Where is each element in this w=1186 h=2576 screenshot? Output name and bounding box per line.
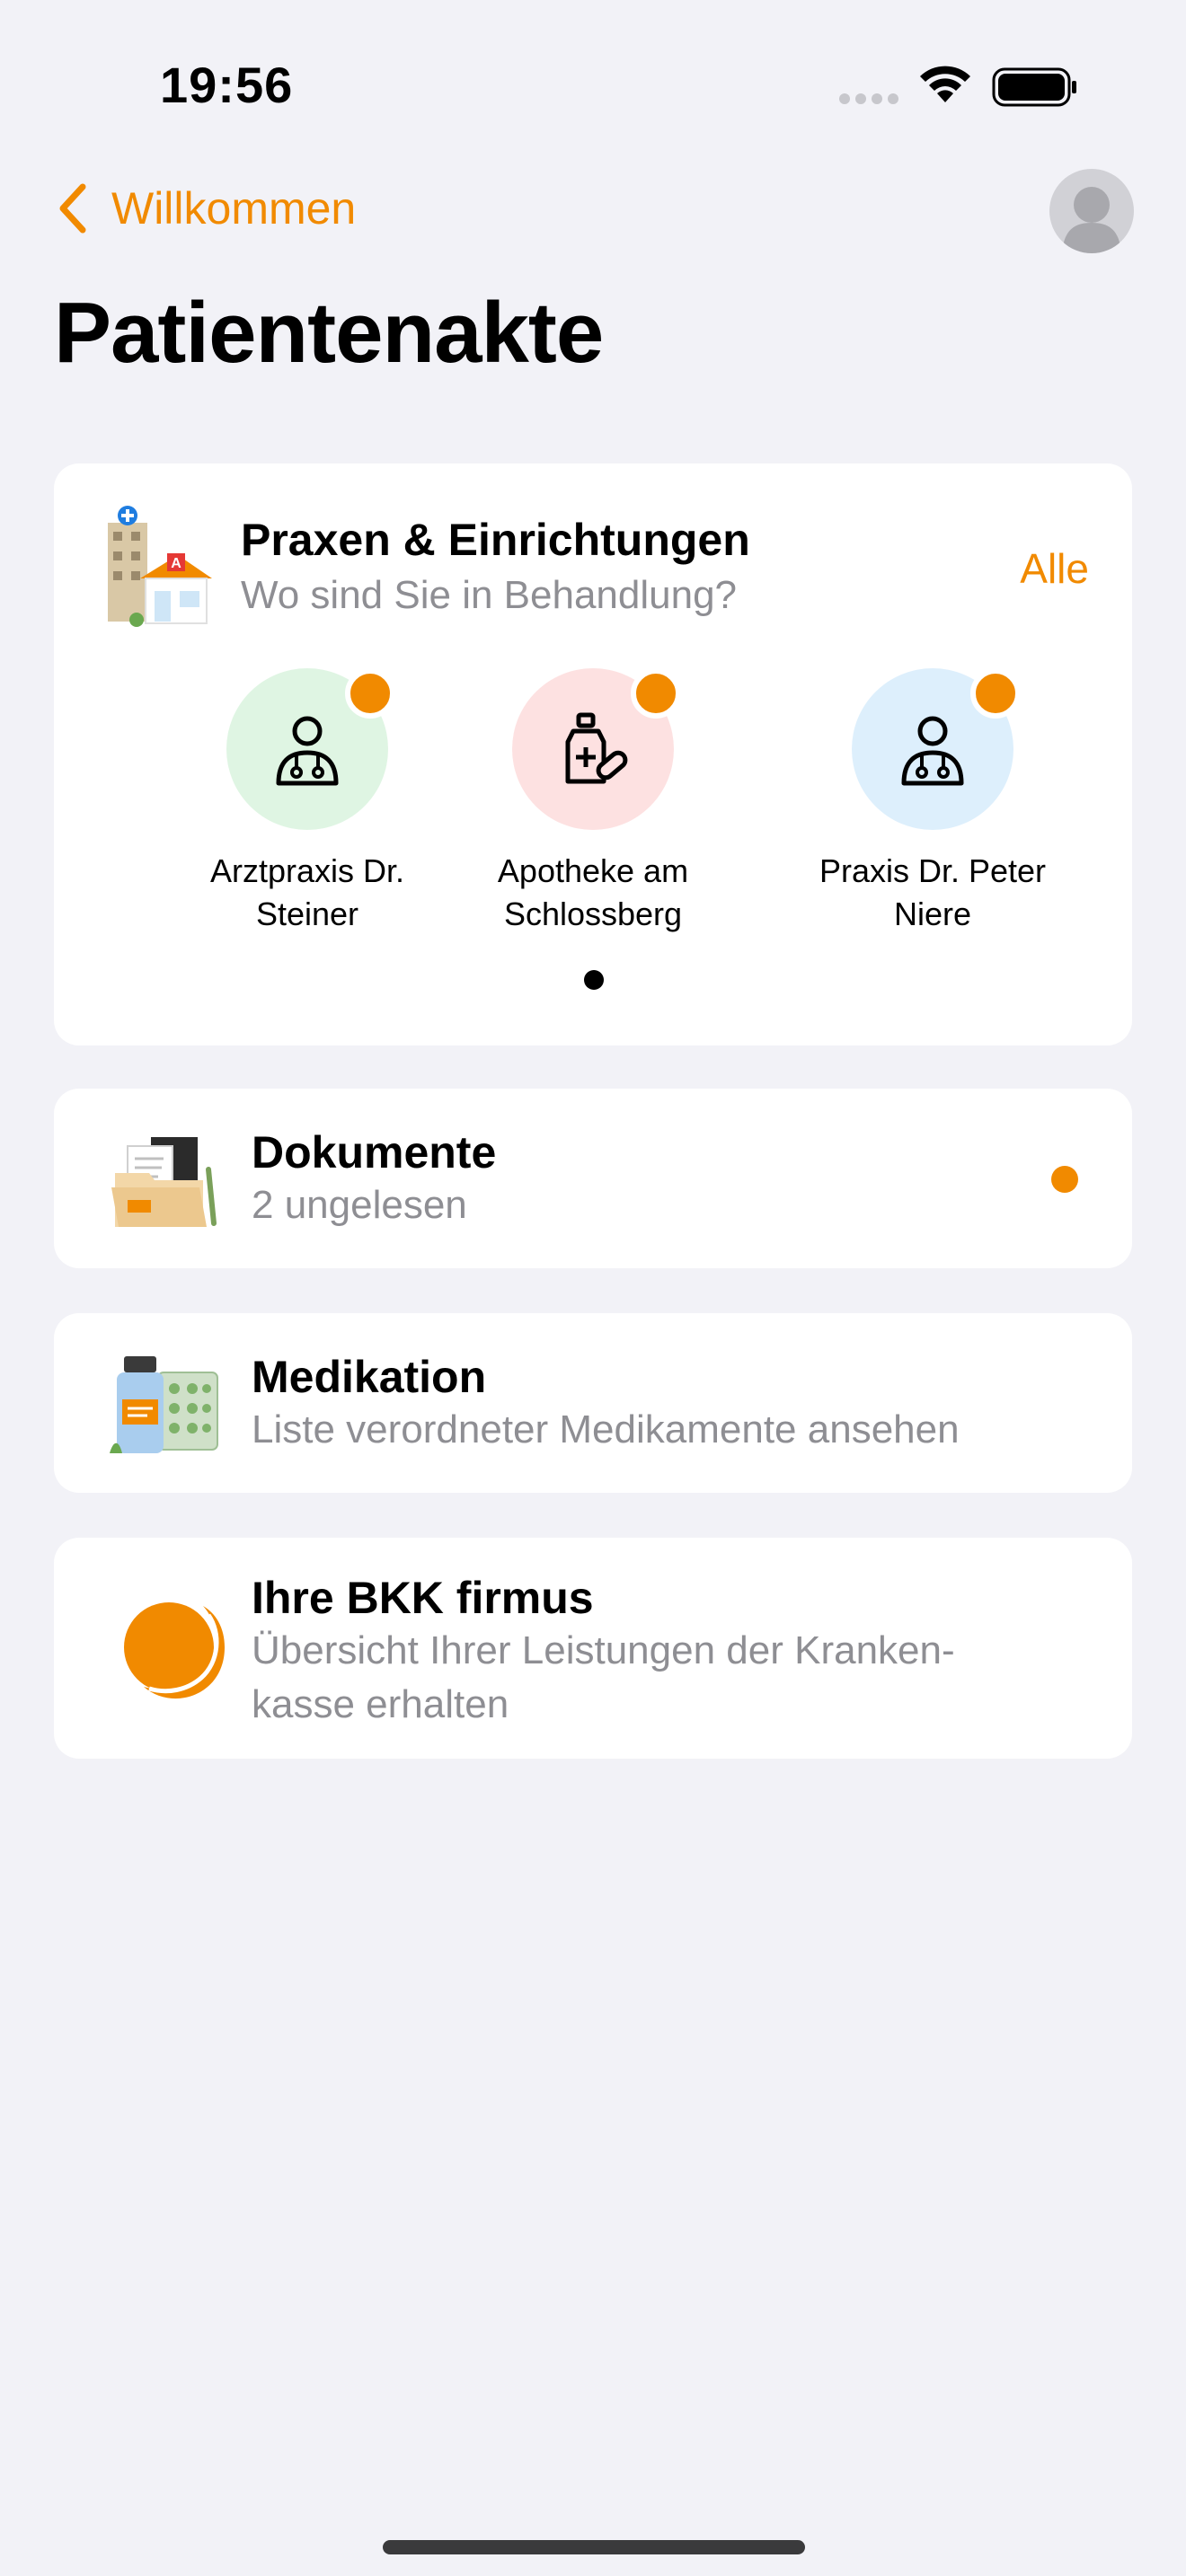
chevron-left-icon: [59, 183, 86, 234]
bkk-subtitle: Übersicht Ihrer Leistungen der Kranken- …: [252, 1628, 955, 1726]
medication-illustration: [110, 1356, 218, 1453]
hospital-pharmacy-illustration: A: [108, 506, 212, 627]
doctor-icon: [901, 716, 964, 786]
profile-avatar[interactable]: [1049, 169, 1134, 253]
documents-folder-illustration: [111, 1137, 217, 1227]
bkk-row[interactable]: Ihre BKK firmus Übersicht Ihrer Leistung…: [54, 1538, 1132, 1759]
facility-label: Arztpraxis Dr. Steiner: [209, 852, 405, 932]
back-button[interactable]: Willkommen: [54, 180, 356, 237]
medikation-subtitle: Liste verordneter Medikamente ansehen: [252, 1407, 960, 1451]
facility-label: Apotheke am Schlossberg: [497, 852, 689, 932]
page-indicator-dot[interactable]: [584, 970, 604, 990]
battery-icon: [992, 67, 1076, 107]
facility-avatar: [226, 668, 395, 830]
praxen-title: Praxen & Einrichtungen: [241, 515, 750, 565]
facility-label: Praxis Dr. Peter Niere: [819, 852, 1047, 932]
facility-avatar: [512, 668, 681, 830]
dokumente-title: Dokumente: [252, 1127, 497, 1178]
home-indicator[interactable]: [383, 2540, 805, 2554]
facility-arztpraxis-steiner[interactable]: Arztpraxis Dr. Steiner: [173, 668, 442, 936]
svg-text:A: A: [171, 556, 181, 571]
unread-badge: [970, 668, 1021, 719]
unread-badge: [631, 668, 681, 719]
facility-praxis-peter-niere[interactable]: Praxis Dr. Peter Niere: [798, 668, 1067, 936]
bkk-firmus-logo-icon: [124, 1602, 225, 1699]
status-time: 19:56: [160, 57, 294, 113]
show-all-button[interactable]: Alle: [1020, 544, 1089, 593]
medikation-row[interactable]: Medikation Liste verordneter Medikamente…: [54, 1313, 1132, 1493]
bkk-title: Ihre BKK firmus: [252, 1573, 594, 1623]
dokumente-row[interactable]: Dokumente 2 ungelesen: [54, 1089, 1132, 1268]
praxen-subtitle: Wo sind Sie in Behandlung?: [241, 573, 738, 617]
back-label: Willkommen: [111, 183, 357, 234]
facility-avatar: [852, 668, 1021, 830]
person-icon: [1062, 187, 1121, 253]
dokumente-subtitle: 2 ungelesen: [252, 1183, 467, 1227]
pharmacy-icon: [565, 712, 628, 784]
cellular-signal-icon: [839, 93, 898, 104]
doctor-icon: [276, 716, 339, 786]
unread-indicator: [1051, 1166, 1078, 1193]
praxen-card: A Praxen & Einrichtungen Wo sind Sie in …: [54, 463, 1132, 1045]
page-title: Patientenakte: [54, 285, 604, 381]
status-bar: 19:56: [0, 0, 1186, 171]
medikation-title: Medikation: [252, 1352, 487, 1402]
unread-badge: [345, 668, 395, 719]
wifi-icon: [920, 66, 970, 102]
facility-apotheke-schlossberg[interactable]: Apotheke am Schlossberg: [458, 668, 728, 936]
